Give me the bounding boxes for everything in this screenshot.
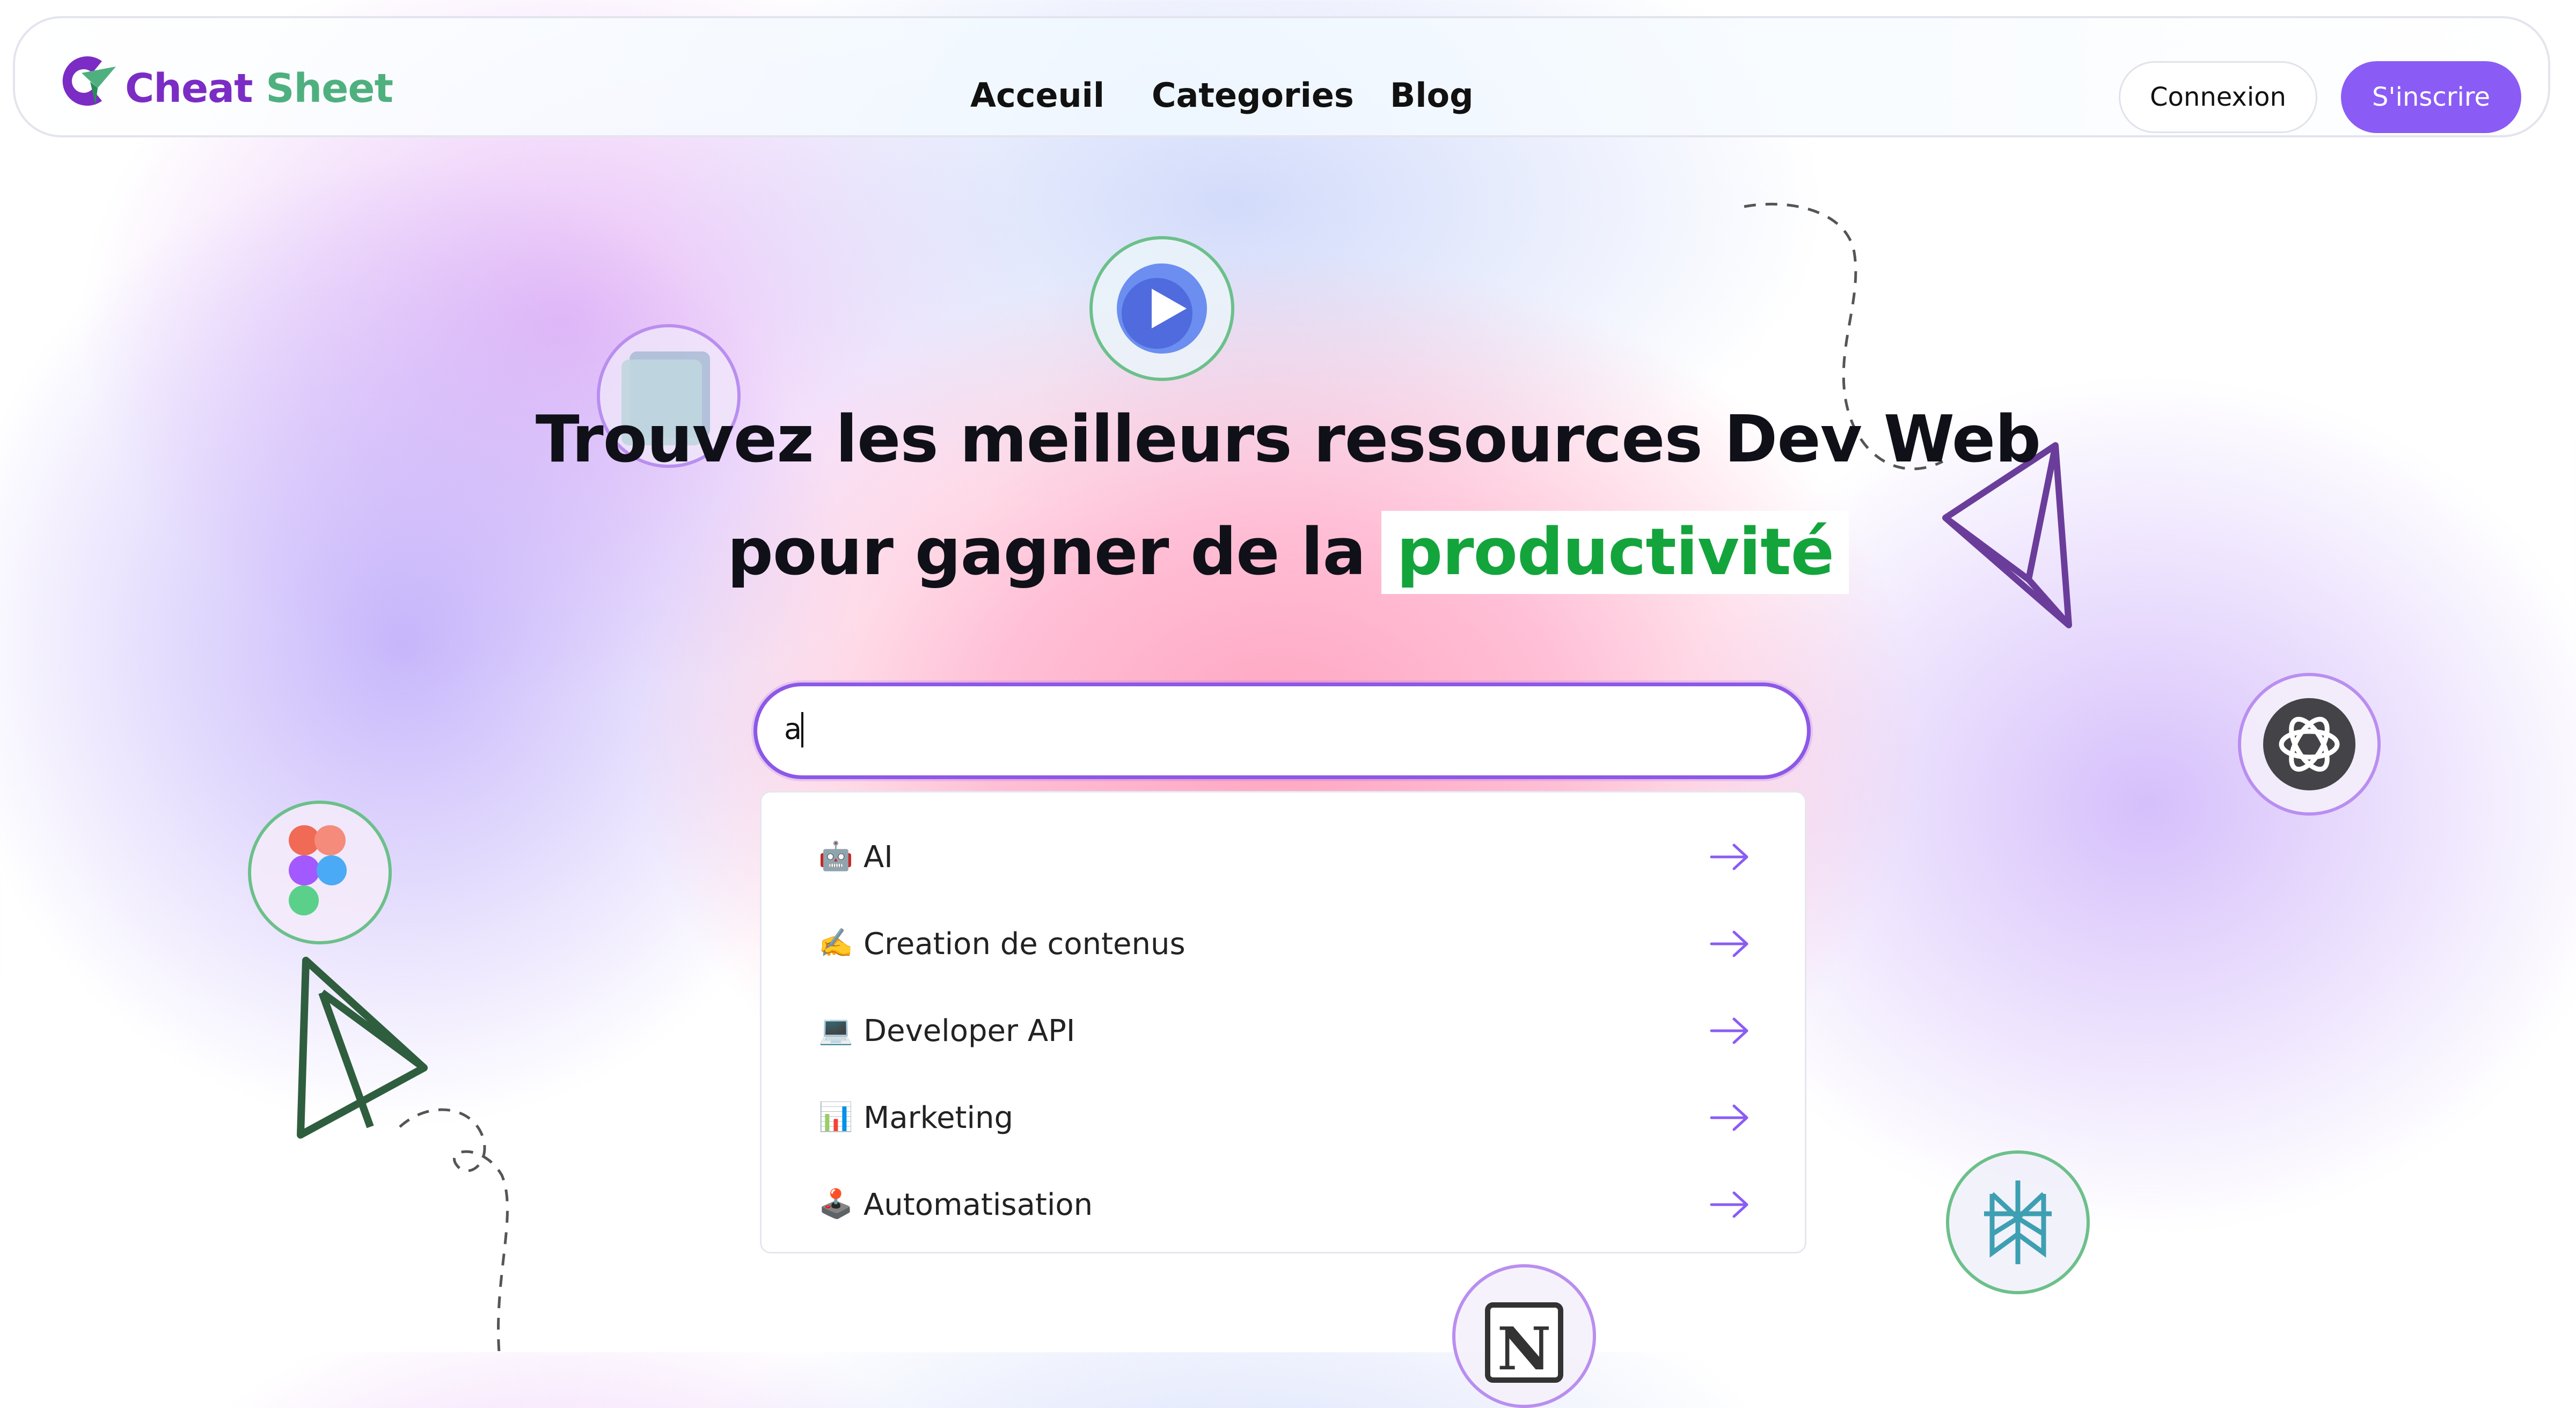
signup-button[interactable]: S'inscrire [2341,61,2521,133]
search-suggestions-dropdown: 🤖 AI ✍️ Creation de contenus 💻 Developer… [760,791,1806,1253]
hero-title-line1: Trouvez les meilleurs ressources Dev Web [535,402,2041,477]
arrow-right-icon [1710,1017,1748,1044]
suggestion-item-ai[interactable]: 🤖 AI [762,813,1805,900]
suggestion-label: Automatisation [863,1187,1093,1222]
paper-plane-left [297,957,428,1139]
play-app-icon [1089,236,1234,381]
login-button[interactable]: Connexion [2119,61,2317,133]
suggestion-label: AI [863,840,893,875]
suggestion-label: Creation de contenus [863,927,1185,962]
svg-text:N: N [1497,1314,1552,1383]
arrow-right-icon [1710,844,1748,870]
notion-icon: N [1452,1264,1596,1408]
hero-title-line2: pour gagner de la productivité [0,511,2576,594]
logo-text-cheat: Cheat [125,65,253,112]
search-input[interactable]: a [753,683,1811,779]
logo-text[interactable]: Cheat Sheet [125,65,393,112]
logo-text-sheet: Sheet [266,65,393,112]
nav-link-blog[interactable]: Blog [1390,76,1473,115]
arrow-right-icon [1710,1104,1748,1131]
joystick-icon: 🕹️ [818,1188,853,1220]
suggestion-item-marketing[interactable]: 📊 Marketing [762,1074,1805,1161]
arrow-right-icon [1710,930,1748,957]
top-navbar: Cheat Sheet Acceuil Categories Blog Conn… [13,16,2550,137]
hero-title-highlight: productivité [1381,511,1849,594]
nav-link-categories[interactable]: Categories [1152,76,1354,115]
search-input-value: a [784,712,802,746]
arrow-right-icon [1710,1191,1748,1218]
suggestion-item-automatisation[interactable]: 🕹️ Automatisation [762,1161,1805,1248]
text-caret [801,712,803,747]
openai-icon [2238,673,2381,816]
hero-title-prefix: pour gagner de la [727,515,1366,590]
laptop-icon: 💻 [818,1014,853,1046]
logo-icon [62,56,116,106]
writing-hand-icon: ✍️ [818,927,853,959]
robot-icon: 🤖 [818,840,853,872]
nav-link-acceuil[interactable]: Acceuil [970,76,1104,115]
figma-icon [248,801,392,944]
suggestion-label: Developer API [863,1014,1075,1048]
bar-chart-icon: 📊 [818,1101,853,1133]
suggestion-label: Marketing [863,1101,1014,1135]
suggestion-item-creation-de-contenus[interactable]: ✍️ Creation de contenus [762,900,1805,987]
perplexity-icon [1946,1150,2090,1294]
suggestion-item-developer-api[interactable]: 💻 Developer API [762,987,1805,1074]
